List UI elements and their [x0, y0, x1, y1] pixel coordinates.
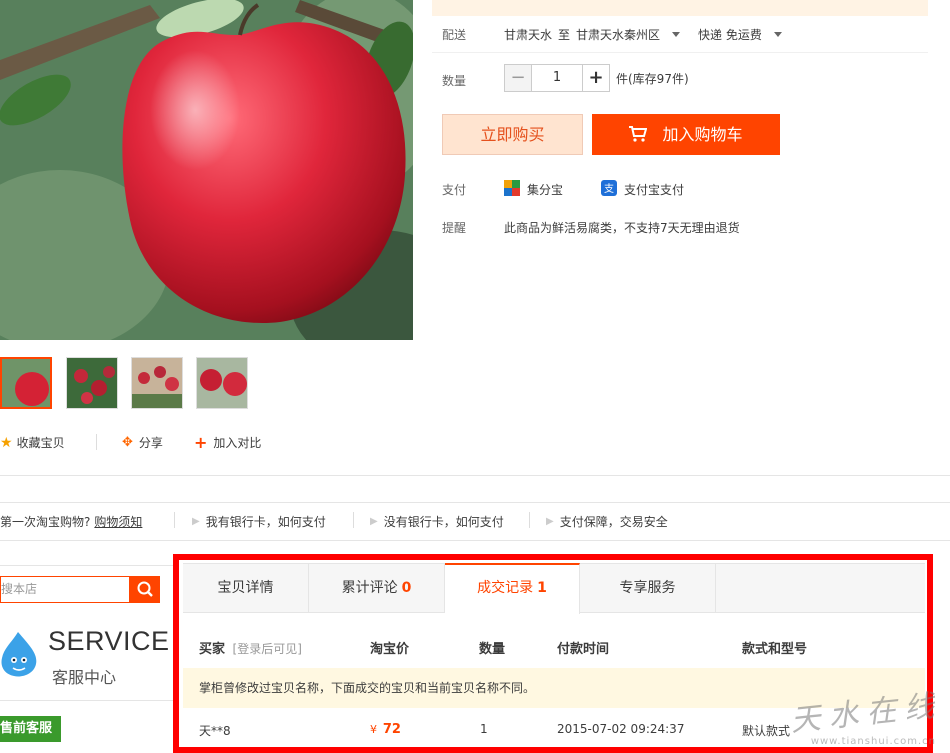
favorite-link[interactable]: 收藏宝贝: [17, 434, 65, 451]
compare-wrapper: + 加入对比: [194, 433, 261, 452]
divider: [0, 565, 174, 566]
main-product-image: [0, 0, 413, 340]
cart-icon: [629, 125, 652, 144]
reminder-text: 此商品为鲜活易腐类，不支持7天无理由退货: [504, 221, 740, 235]
chevron-down-icon[interactable]: [672, 32, 681, 37]
jifenbao-icon: [504, 180, 520, 199]
buy-now-button[interactable]: 立即购买: [442, 114, 583, 155]
apples-hanging-thumb-image: [197, 358, 247, 408]
shop-search-input[interactable]: 搜本店: [0, 576, 130, 603]
payment-label: 支付: [442, 183, 467, 197]
thumbnail-3[interactable]: [131, 357, 183, 409]
share-link[interactable]: 分享: [139, 434, 163, 451]
share-icon: ✥: [122, 435, 133, 450]
quantity-plus-button[interactable]: +: [582, 64, 610, 92]
arrow-right-icon: ▶: [546, 516, 554, 527]
quantity-input[interactable]: 1: [532, 64, 582, 92]
divider: [96, 434, 97, 450]
add-to-cart-button[interactable]: 加入购物车: [592, 114, 780, 155]
orchard-thumb-image: [132, 358, 182, 408]
plus-icon: +: [194, 433, 208, 452]
stock-text: 件(库存97件): [616, 71, 689, 86]
thumbnail-1[interactable]: [0, 357, 52, 409]
svg-text:支: 支: [604, 183, 614, 195]
divider: [0, 540, 950, 541]
alipay-icon: 支: [601, 180, 618, 199]
delivery-to-word: 至: [558, 28, 571, 42]
help-item: ▶ 我有银行卡，如何支付: [192, 513, 326, 530]
apple-thumb-image: [2, 359, 50, 407]
share-wrapper: ✥ 分享: [122, 434, 163, 451]
arrow-right-icon: ▶: [370, 516, 378, 527]
shopping-guide-link[interactable]: 购物须知: [94, 513, 142, 530]
divider: [353, 512, 354, 528]
divider: [0, 700, 174, 701]
divider: [174, 512, 175, 528]
help-item: ▶ 支付保障，交易安全: [546, 513, 668, 530]
thumbnail-4[interactable]: [196, 357, 248, 409]
thumbnail-2[interactable]: [66, 357, 118, 409]
guarantee-link[interactable]: 支付保障，交易安全: [560, 513, 668, 530]
delivery-from: 甘肃天水: [504, 28, 553, 42]
price-panel-edge: [432, 0, 928, 16]
search-icon: [137, 581, 153, 597]
quantity-label: 数量: [442, 74, 467, 88]
add-to-cart-label: 加入购物车: [662, 125, 743, 144]
presale-service-badge[interactable]: 售前客服: [0, 716, 61, 742]
shipping-option[interactable]: 快递 免运费: [698, 26, 762, 43]
star-icon: ★: [0, 434, 13, 451]
service-title-en: SERVICE: [48, 626, 170, 656]
no-bank-card-link[interactable]: 没有银行卡，如何支付: [384, 513, 504, 530]
product-links: ★ 收藏宝贝: [0, 434, 65, 451]
bank-card-link[interactable]: 我有银行卡，如何支付: [206, 513, 326, 530]
compare-link[interactable]: 加入对比: [213, 434, 261, 451]
quantity-minus-button[interactable]: −: [504, 64, 532, 92]
help-bar: 第一次淘宝购物? 购物须知: [0, 513, 142, 530]
delivery-label: 配送: [442, 28, 467, 42]
delivery-destination[interactable]: 甘肃天水秦州区: [576, 26, 660, 43]
alipay-label: 支付宝支付: [624, 183, 685, 197]
search-button[interactable]: [130, 576, 160, 603]
site-watermark-url: www.tianshui.com.cn: [810, 736, 936, 747]
payment-methods: 集分宝 支 支付宝支付: [504, 180, 684, 199]
apple-photo: [0, 0, 413, 340]
divider: [0, 475, 950, 476]
delivery-row: 甘肃天水 至 甘肃天水秦州区 快递 免运费: [504, 26, 782, 43]
apple-tree-thumb-image: [67, 358, 117, 408]
jifenbao-label: 集分宝: [527, 183, 564, 197]
arrow-right-icon: ▶: [192, 516, 200, 527]
reminder-label: 提醒: [442, 221, 467, 235]
help-item: ▶ 没有银行卡，如何支付: [370, 513, 504, 530]
divider: [529, 512, 530, 528]
quantity-stepper: − 1 + 件(库存97件): [504, 64, 689, 92]
service-mascot-icon: [0, 630, 40, 681]
first-time-text: 第一次淘宝购物?: [0, 515, 91, 529]
service-title-cn: 客服中心: [52, 668, 117, 687]
divider: [432, 52, 928, 53]
chevron-down-icon[interactable]: [773, 32, 782, 37]
divider: [0, 502, 950, 503]
